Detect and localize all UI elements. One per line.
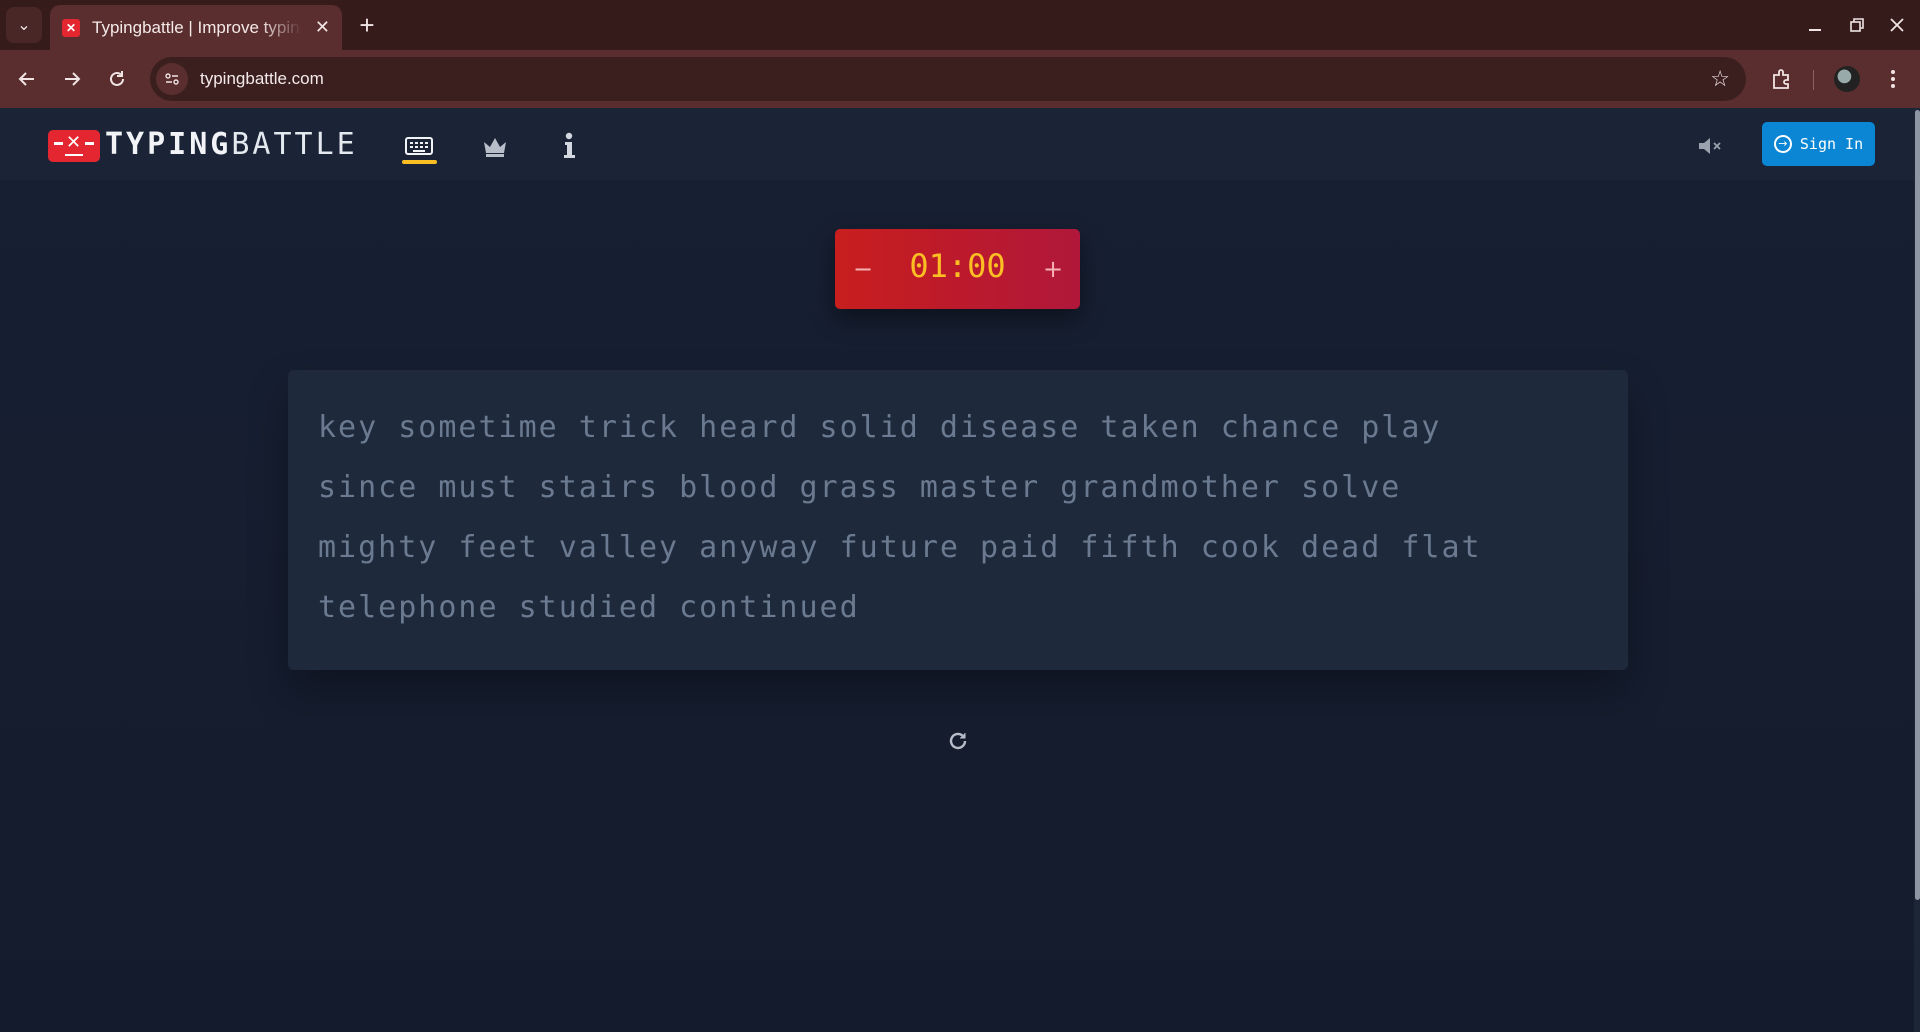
- brand-bold: TYPING: [105, 127, 232, 162]
- chevron-down-icon[interactable]: ⌄: [6, 7, 42, 43]
- sign-in-label: Sign In: [1799, 135, 1864, 153]
- sign-in-icon: →: [1773, 135, 1792, 153]
- address-bar[interactable]: typingbattle.com ☆: [150, 57, 1746, 101]
- browser-tab[interactable]: ✕ Typingbattle | Improve typing ✕: [50, 5, 342, 50]
- browser-tab-bar: ⌄ ✕ Typingbattle | Improve typing ✕ +: [0, 0, 1920, 50]
- extensions-icon[interactable]: [1764, 62, 1798, 96]
- word-line: key sometime trick heard solid disease t…: [318, 410, 1442, 445]
- volume-mute-icon[interactable]: [1693, 130, 1727, 162]
- nav-typing-keyboard-icon[interactable]: [399, 128, 439, 164]
- toolbar-divider: [1813, 70, 1814, 90]
- bookmark-star-icon[interactable]: ☆: [1710, 66, 1730, 92]
- new-tab-button[interactable]: +: [352, 10, 382, 40]
- url-text[interactable]: typingbattle.com: [200, 69, 324, 89]
- back-icon[interactable]: [10, 62, 44, 96]
- timer-increase-button[interactable]: +: [1038, 251, 1068, 287]
- timer-control: − 01:00 +: [835, 229, 1080, 309]
- nav-leaderboard-crown-icon[interactable]: [475, 128, 515, 164]
- scrollbar-thumb[interactable]: [1915, 110, 1920, 900]
- logo-icon[interactable]: ✕: [48, 130, 100, 162]
- site-header: ✕ TYPINGBATTLE → Sign In: [0, 108, 1914, 180]
- typingbattle-page: ✕ TYPINGBATTLE → Sign In − 01:00 + key s…: [0, 108, 1914, 1032]
- restore-icon[interactable]: [1842, 10, 1872, 40]
- browser-menu-icon[interactable]: [1876, 62, 1910, 96]
- site-info-icon[interactable]: [156, 63, 188, 95]
- tab-close-icon[interactable]: ✕: [315, 17, 330, 38]
- minimize-icon[interactable]: [1800, 10, 1830, 40]
- word-line: since must stairs blood grass master gra…: [318, 470, 1402, 505]
- forward-icon[interactable]: [55, 62, 89, 96]
- close-window-icon[interactable]: [1882, 10, 1912, 40]
- active-nav-indicator: [402, 160, 437, 164]
- favicon-icon: ✕: [62, 18, 80, 37]
- word-line: telephone studied continued: [318, 590, 860, 625]
- brand-light: BATTLE: [231, 127, 358, 162]
- brand-logo-text[interactable]: TYPINGBATTLE: [105, 127, 358, 162]
- sign-in-button[interactable]: → Sign In: [1762, 122, 1875, 166]
- timer-decrease-button[interactable]: −: [848, 251, 878, 287]
- restart-icon[interactable]: [943, 726, 973, 756]
- reload-icon[interactable]: [100, 62, 134, 96]
- word-line: mighty feet valley anyway future paid fi…: [318, 530, 1482, 565]
- profile-avatar[interactable]: [1834, 66, 1860, 92]
- browser-toolbar: typingbattle.com ☆: [0, 50, 1920, 108]
- nav-info-icon[interactable]: [549, 128, 589, 164]
- tab-title: Typingbattle | Improve typing: [92, 17, 302, 37]
- timer-value: 01:00: [909, 247, 1006, 285]
- typing-words-panel[interactable]: key sometime trick heard solid disease t…: [288, 370, 1628, 670]
